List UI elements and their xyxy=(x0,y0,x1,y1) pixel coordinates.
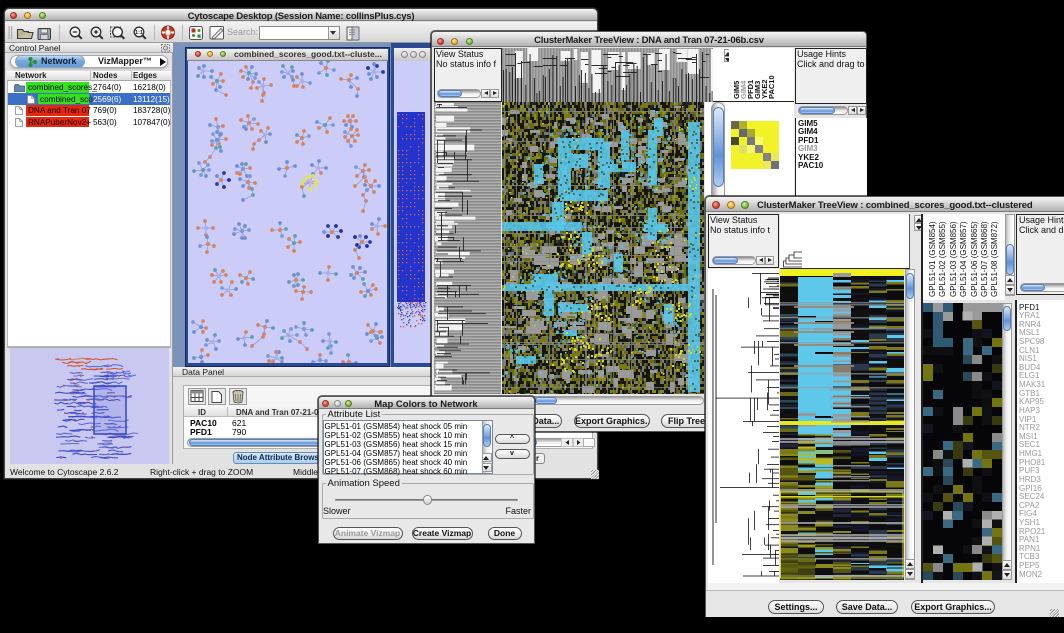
svg-text:1:1: 1:1 xyxy=(135,30,143,36)
